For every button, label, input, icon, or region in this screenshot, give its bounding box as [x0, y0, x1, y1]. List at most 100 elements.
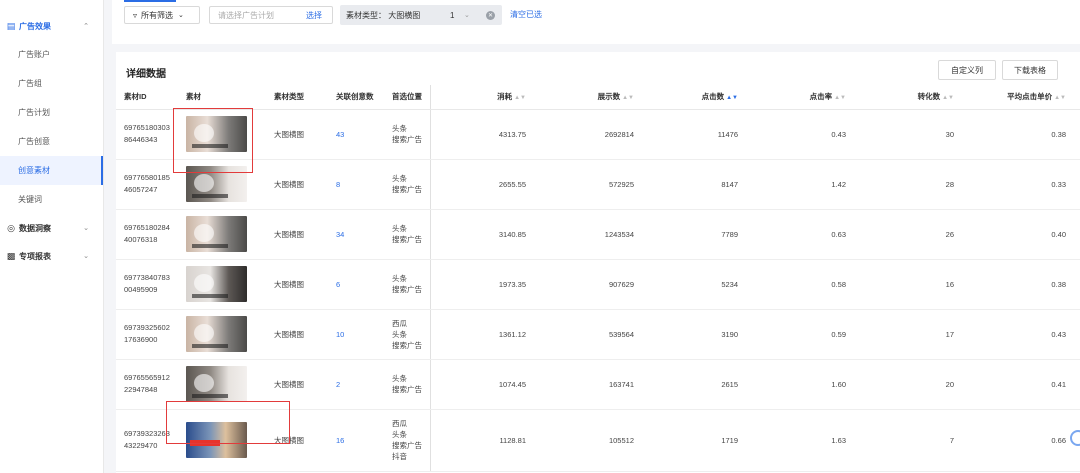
- cell-conversions: 7: [860, 409, 968, 472]
- col-header-impressions[interactable]: 展示数 ▲▼: [540, 85, 648, 110]
- cell-linked-creatives: 43: [328, 109, 384, 160]
- cell-avg-cpc: 0.38: [968, 259, 1080, 310]
- position-line: 西瓜: [392, 318, 407, 328]
- nav-group-ad-effect[interactable]: ▤ 广告效果 ⌃: [0, 12, 103, 40]
- thumbnail-caption: [192, 394, 228, 398]
- thumbnail-subject: [194, 374, 214, 392]
- sidebar-item-ad-creative[interactable]: 广告创意: [0, 127, 103, 156]
- thumbnail-caption: [190, 440, 220, 446]
- cell-material-id: 69765180284 40076318: [116, 209, 178, 260]
- cell-preferred-position: 西瓜 头条 搜索广告: [384, 309, 431, 360]
- linked-creatives-link[interactable]: 16: [336, 436, 344, 445]
- cell-ctr: 0.58: [752, 259, 860, 310]
- position-line: 搜索广告: [392, 385, 422, 394]
- cell-conversions: 28: [860, 159, 968, 210]
- close-icon[interactable]: ✕: [486, 10, 495, 20]
- material-thumbnail[interactable]: [186, 166, 247, 202]
- card-title: 详细数据: [126, 69, 166, 80]
- cell-material: [178, 159, 266, 210]
- material-thumbnail[interactable]: [186, 366, 247, 402]
- cell-cost: 1074.45: [430, 359, 540, 410]
- sort-icon[interactable]: ▲▼: [834, 95, 846, 101]
- sort-icon[interactable]: ▲▼: [514, 95, 526, 101]
- position-line: 头条: [392, 124, 407, 133]
- thumbnail-subject: [194, 124, 214, 142]
- material-id-line: 46057247: [124, 185, 158, 194]
- position-line: 搜索广告: [392, 185, 422, 194]
- nav-group-data-insight-label: 数据洞察: [19, 223, 51, 233]
- col-header-clicks[interactable]: 点击数 ▲▼: [648, 85, 752, 110]
- custom-columns-button[interactable]: 自定义列: [938, 60, 996, 80]
- linked-creatives-link[interactable]: 2: [336, 380, 340, 389]
- cell-avg-cpc: 0.38: [968, 109, 1080, 160]
- material-thumbnail[interactable]: [186, 422, 247, 458]
- cell-cost: 2655.55: [430, 159, 540, 210]
- col-header-conversions[interactable]: 转化数 ▲▼: [860, 85, 968, 110]
- material-thumbnail[interactable]: [186, 266, 247, 302]
- sort-icon[interactable]: ▲▼: [942, 95, 954, 101]
- cell-impressions: 2692814: [540, 109, 648, 160]
- table-row: 69765180284 40076318 大图横图 34 头条 搜索广告 3140.85 12…: [116, 209, 1080, 260]
- sidebar-item-label: 广告创意: [18, 137, 50, 146]
- position-line: 抖音: [392, 452, 407, 461]
- material-thumbnail[interactable]: [186, 216, 247, 252]
- position-line: 搜索广告: [392, 441, 422, 450]
- nav-group-special-report[interactable]: ▩ 专项报表 ⌄: [0, 242, 103, 270]
- position-line: 头条: [392, 430, 407, 439]
- material-thumbnail[interactable]: [186, 316, 247, 352]
- sidebar-item-creative-material[interactable]: 创意素材: [0, 156, 103, 185]
- sidebar-item-label: 关键词: [18, 195, 42, 204]
- position-line: 头条: [392, 274, 407, 283]
- material-id-line: 69765565912: [124, 373, 170, 382]
- sort-icon[interactable]: ▲▼: [622, 95, 634, 101]
- plan-select-link[interactable]: 选择: [306, 10, 322, 21]
- sidebar-item-ad-account[interactable]: 广告账户: [0, 40, 103, 69]
- cell-cost: 1973.35: [430, 259, 540, 310]
- linked-creatives-link[interactable]: 43: [336, 130, 344, 139]
- thumbnail-caption: [192, 144, 228, 148]
- sort-icon[interactable]: ▲▼: [726, 95, 738, 101]
- data-table: 素材ID 素材 素材类型 关联创意数 首选位置 消耗 ▲▼ 展示数 ▲▼ 点击数 ▲▼…: [116, 85, 1080, 472]
- col-header-ctr[interactable]: 点击率 ▲▼: [752, 85, 860, 110]
- cell-linked-creatives: 2: [328, 359, 384, 410]
- clear-selection-link[interactable]: 清空已选: [510, 9, 542, 20]
- cell-clicks: 1719: [648, 409, 752, 472]
- table-header-row: 素材ID 素材 素材类型 关联创意数 首选位置 消耗 ▲▼ 展示数 ▲▼ 点击数 ▲▼…: [116, 85, 1080, 110]
- insight-icon: ◎: [7, 222, 15, 233]
- chevron-down-icon[interactable]: ⌄: [464, 11, 470, 19]
- position-line: 头条: [392, 174, 407, 183]
- cell-preferred-position: 头条 搜索广告: [384, 259, 431, 310]
- sidebar-item-ad-plan[interactable]: 广告计划: [0, 98, 103, 127]
- thumbnail-caption: [192, 294, 228, 298]
- linked-creatives-link[interactable]: 6: [336, 280, 340, 289]
- col-header-cost[interactable]: 消耗 ▲▼: [430, 85, 540, 110]
- material-id-line: 69765180303: [124, 123, 170, 132]
- cell-conversions: 30: [860, 109, 968, 160]
- chevron-down-icon: ⌄: [83, 225, 89, 232]
- download-table-button[interactable]: 下载表格: [1002, 60, 1058, 80]
- cell-linked-creatives: 10: [328, 309, 384, 360]
- linked-creatives-link[interactable]: 8: [336, 180, 340, 189]
- nav-group-data-insight[interactable]: ◎ 数据洞察 ⌄: [0, 214, 103, 242]
- cell-impressions: 163741: [540, 359, 648, 410]
- cell-ctr: 1.42: [752, 159, 860, 210]
- col-header-clicks-label: 点击数: [701, 92, 725, 102]
- col-header-avg-cpc[interactable]: 平均点击单价 ▲▼: [968, 85, 1080, 110]
- help-float-icon[interactable]: [1070, 430, 1080, 446]
- cell-material-type: 大图横图: [266, 359, 328, 410]
- sidebar-item-keyword[interactable]: 关键词: [0, 185, 103, 214]
- thumbnail-subject: [194, 274, 214, 292]
- material-thumbnail[interactable]: [186, 116, 247, 152]
- col-header-ctr-label: 点击率: [809, 92, 833, 102]
- material-id-line: 69776580185: [124, 173, 170, 182]
- ad-plan-input[interactable]: 请选择广告计划 选择: [209, 6, 333, 24]
- material-id-line: 69773840783: [124, 273, 170, 282]
- cell-preferred-position: 西瓜 头条 搜索广告 抖音: [384, 409, 431, 472]
- linked-creatives-link[interactable]: 10: [336, 330, 344, 339]
- sort-icon[interactable]: ▲▼: [1054, 95, 1066, 101]
- position-line: 搜索广告: [392, 235, 422, 244]
- linked-creatives-link[interactable]: 34: [336, 230, 344, 239]
- all-filter-dropdown[interactable]: ▿ 所有筛选 ⌄: [124, 6, 200, 24]
- sidebar-item-ad-group[interactable]: 广告组: [0, 69, 103, 98]
- material-id-line: 43229470: [124, 441, 158, 450]
